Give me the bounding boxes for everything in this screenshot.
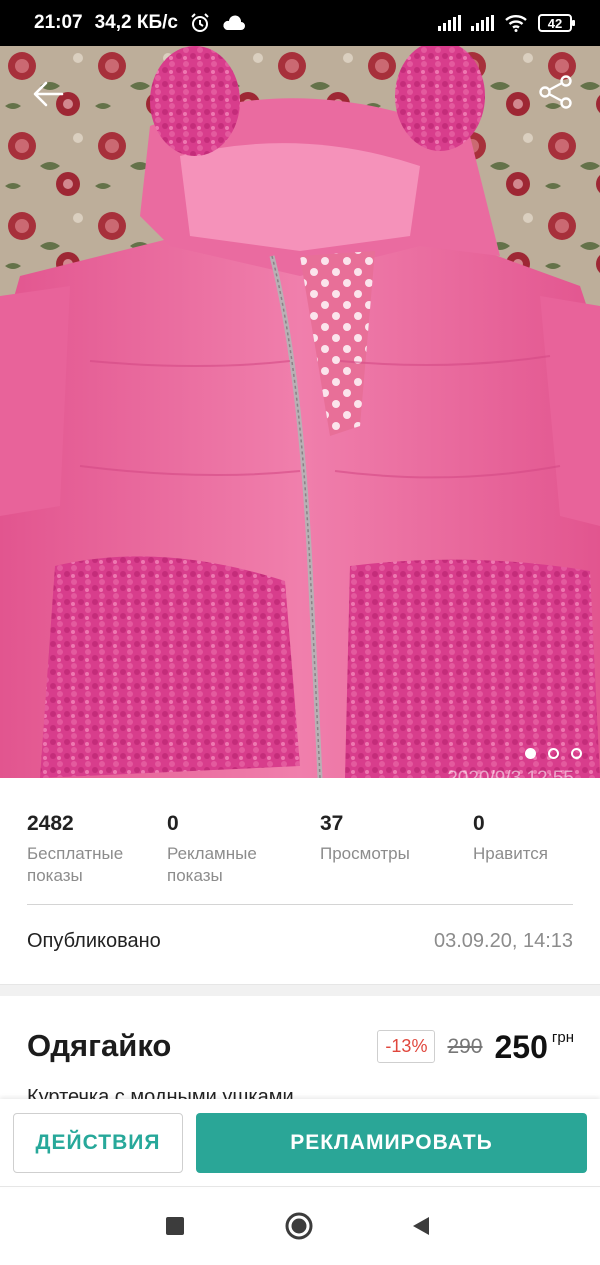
stat-value: 37 xyxy=(320,812,344,835)
recents-icon xyxy=(166,1217,184,1235)
stat-likes: 0 Нравится xyxy=(473,812,577,865)
share-icon xyxy=(539,75,572,109)
system-nav-bar xyxy=(0,1187,600,1265)
discount-badge: -13% xyxy=(377,1030,436,1063)
divider xyxy=(27,904,573,905)
current-price-group: 250 грн xyxy=(495,1026,575,1066)
pager-dot[interactable] xyxy=(571,748,582,759)
currency: грн xyxy=(551,1029,574,1046)
published-date: 03.09.20, 14:13 xyxy=(433,930,573,952)
current-price: 250 xyxy=(494,1029,548,1065)
stat-label: Просмотры xyxy=(320,844,410,863)
product-photo[interactable] xyxy=(0,46,600,778)
alarm-icon xyxy=(191,13,209,32)
back-icon xyxy=(413,1217,429,1235)
stat-label: Нравится xyxy=(473,844,549,863)
system-back-button[interactable] xyxy=(406,1211,436,1241)
photo-timestamp: 2020/9/3 12:55 xyxy=(447,768,574,789)
listing-stats: 2482 Бесплатные показы 0 Рекламные показ… xyxy=(27,812,577,892)
price-block: -13% 290 250 грн xyxy=(377,1026,574,1066)
stat-free-impressions: 2482 Бесплатные показы xyxy=(27,812,162,887)
published-row: Опубликовано 03.09.20, 14:13 xyxy=(27,930,573,953)
jacket-photo-image xyxy=(0,46,600,778)
stat-value: 0 xyxy=(473,812,485,835)
stat-views: 37 Просмотры xyxy=(320,812,460,865)
recents-button[interactable] xyxy=(160,1211,190,1241)
battery-indicator: 42 xyxy=(538,14,575,32)
stat-value: 2482 xyxy=(27,812,74,835)
section-separator xyxy=(0,984,600,996)
signal-icon xyxy=(471,15,494,31)
back-button[interactable] xyxy=(26,72,70,116)
old-price: 290 xyxy=(447,1035,483,1058)
home-icon xyxy=(285,1212,313,1240)
home-button[interactable] xyxy=(284,1211,314,1241)
arrow-left-icon xyxy=(33,81,64,107)
pager-dot-active[interactable] xyxy=(525,748,536,759)
promote-button[interactable]: РЕКЛАМИРОВАТЬ xyxy=(196,1113,587,1173)
signal-icon xyxy=(438,15,461,31)
status-bar: 21:07 34,2 КБ/с 42 xyxy=(0,0,600,46)
published-label: Опубликовано xyxy=(27,930,161,952)
stat-label: Бесплатные показы xyxy=(27,844,124,885)
action-bar: ДЕЙСТВИЯ РЕКЛАМИРОВАТЬ xyxy=(0,1099,600,1187)
share-button[interactable] xyxy=(534,70,578,114)
screen: 21:07 34,2 КБ/с 42 2020/9/3 12:55 2482 Б… xyxy=(0,0,600,1265)
stat-ad-impressions: 0 Рекламные показы xyxy=(167,812,297,887)
shop-name: Одягайко xyxy=(27,1028,172,1063)
stat-label: Рекламные показы xyxy=(167,844,257,885)
network-speed: 34,2 КБ/с xyxy=(94,12,178,33)
status-time: 21:07 xyxy=(34,12,83,33)
wifi-icon xyxy=(505,15,527,32)
actions-button[interactable]: ДЕЙСТВИЯ xyxy=(13,1113,183,1173)
cloud-icon xyxy=(223,15,245,30)
pager-dot[interactable] xyxy=(548,748,559,759)
stat-value: 0 xyxy=(167,812,179,835)
photo-pager[interactable] xyxy=(525,748,582,759)
